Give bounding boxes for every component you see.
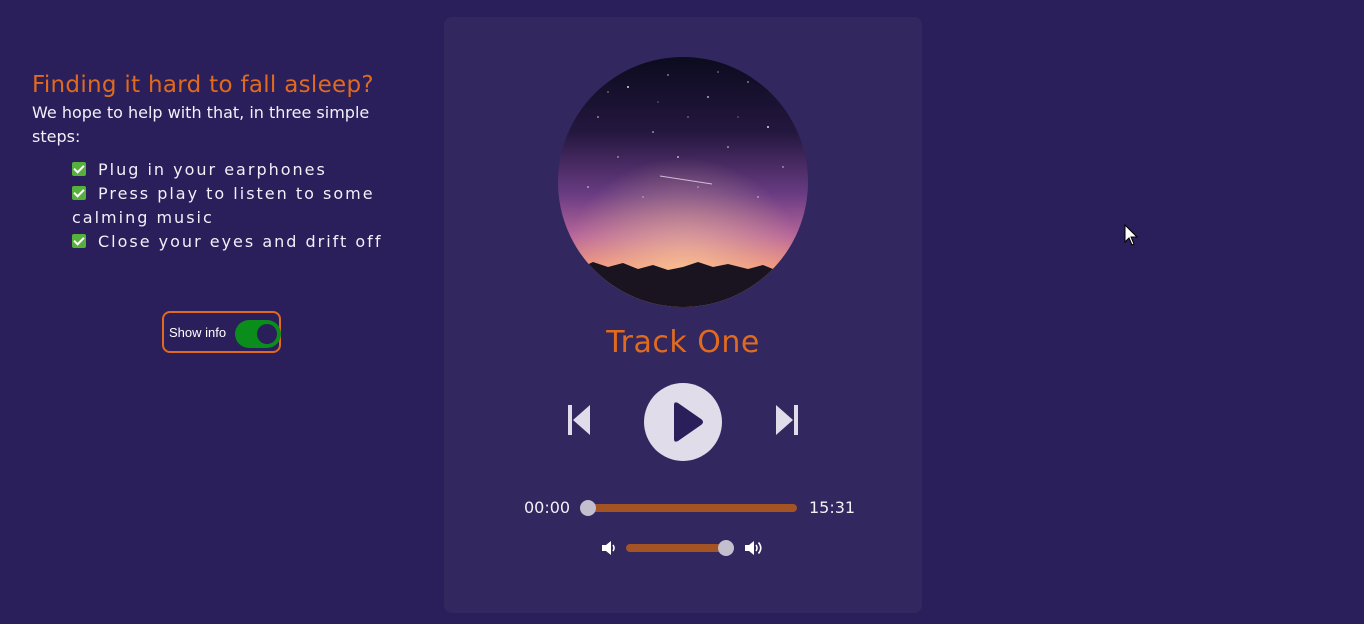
list-item: Close your eyes and drift off xyxy=(72,230,392,254)
check-mark-icon xyxy=(72,186,86,200)
volume-high-icon[interactable] xyxy=(744,539,764,557)
total-time: 15:31 xyxy=(809,498,856,517)
info-panel: Finding it hard to fall asleep? We hope … xyxy=(32,73,392,254)
toggle-label: Show info xyxy=(169,324,227,340)
mouse-cursor-icon xyxy=(1124,223,1140,248)
toggle-knob xyxy=(257,324,277,344)
play-button[interactable] xyxy=(644,383,722,461)
progress-slider-thumb[interactable] xyxy=(580,500,596,516)
show-info-toggle[interactable]: Show info xyxy=(162,311,281,353)
music-player-card: Track One 00:00 15:31 xyxy=(444,17,922,613)
check-mark-icon xyxy=(72,162,86,176)
info-title: Finding it hard to fall asleep? xyxy=(32,72,374,98)
steps-list: Plug in your earphones Press play to lis… xyxy=(72,158,392,254)
album-art xyxy=(558,57,808,307)
toggle-switch[interactable] xyxy=(235,320,281,348)
skip-next-icon[interactable] xyxy=(776,405,798,435)
volume-slider-thumb[interactable] xyxy=(718,540,734,556)
skip-previous-icon[interactable] xyxy=(568,405,590,435)
progress-slider[interactable] xyxy=(580,500,797,516)
track-title: Track One xyxy=(606,325,760,360)
play-icon xyxy=(674,402,703,442)
list-item: Press play to listen to some calming mus… xyxy=(72,182,392,230)
list-item: Plug in your earphones xyxy=(72,158,392,182)
volume-slider[interactable] xyxy=(626,540,734,556)
info-intro: We hope to help with that, in three simp… xyxy=(32,103,370,146)
current-time: 00:00 xyxy=(524,498,571,517)
step-text: Plug in your earphones xyxy=(98,160,327,179)
check-mark-icon xyxy=(72,234,86,248)
step-text: Press play to listen to some calming mus… xyxy=(72,184,375,227)
volume-low-icon[interactable] xyxy=(600,539,620,557)
step-text: Close your eyes and drift off xyxy=(98,232,383,251)
